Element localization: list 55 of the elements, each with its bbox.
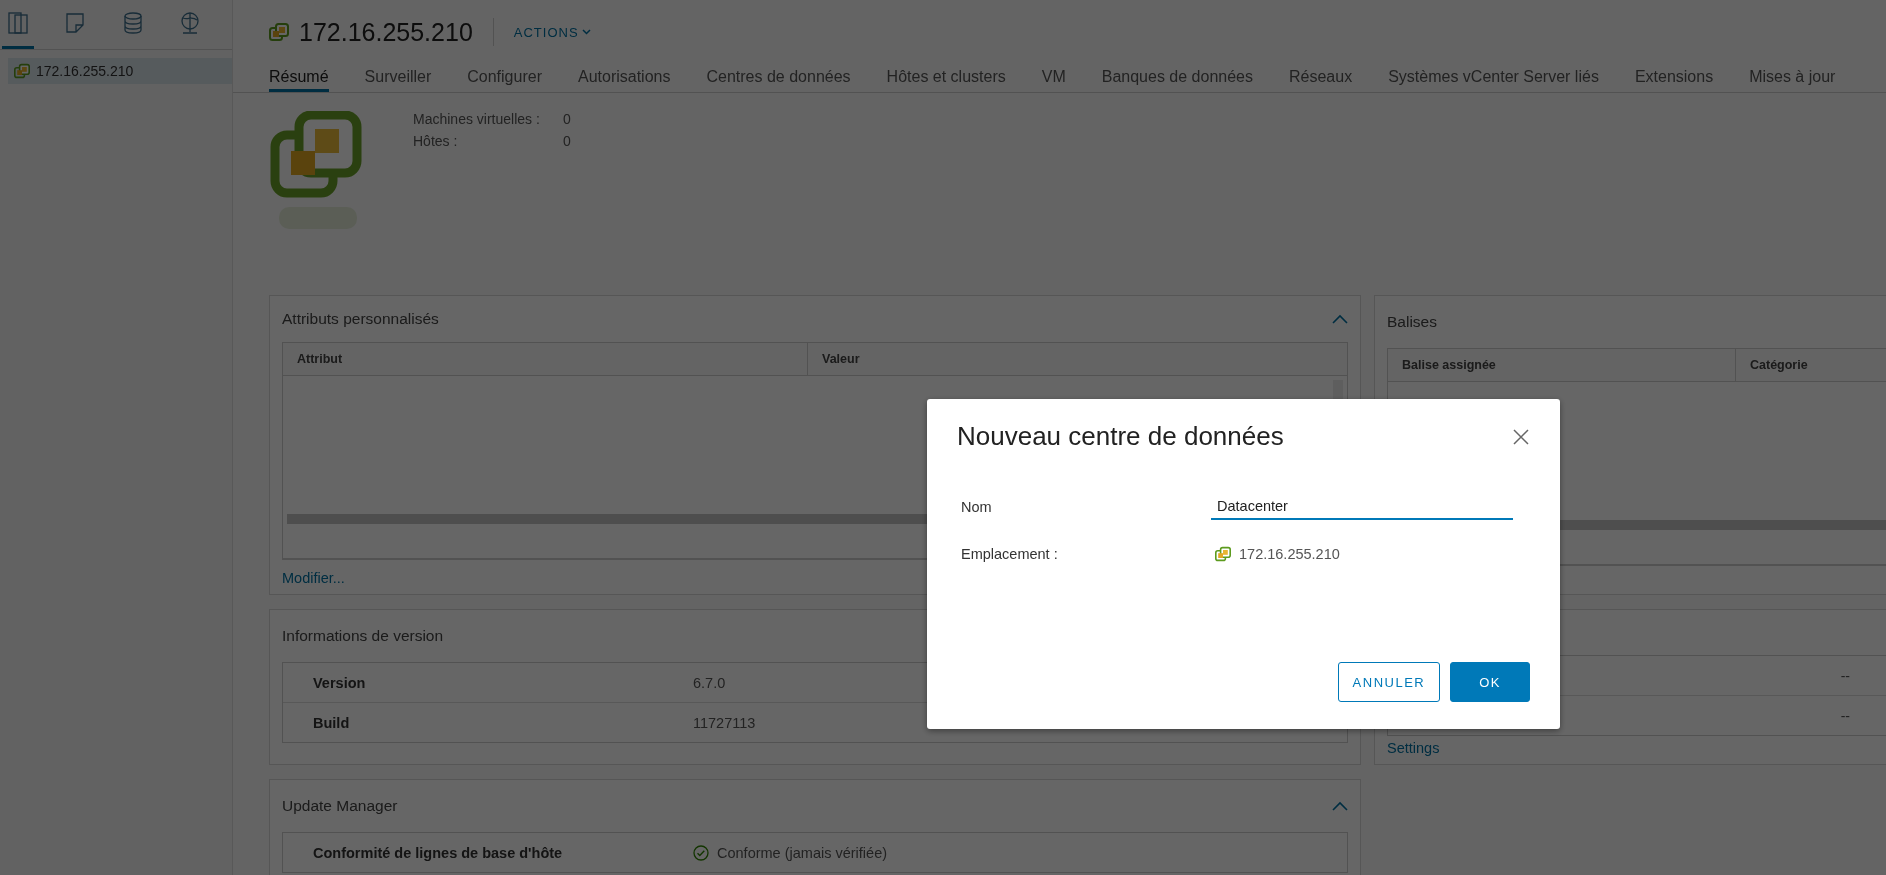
stat-label: Hôtes : [413,133,459,149]
ok-button[interactable]: OK [1450,662,1530,702]
column-header: Valeur [821,351,861,368]
tab[interactable]: Systèmes vCenter Server liés [1388,64,1599,92]
row-label: Conformité de lignes de base d'hôte [312,844,564,861]
row-value: -- [1840,707,1850,724]
hosts-icon [6,11,29,35]
tab[interactable]: Centres de données [706,64,851,92]
field-label: Nom [961,499,993,515]
globe-icon [179,11,202,35]
close-button[interactable] [1512,427,1530,446]
tab[interactable]: Surveiller [364,64,432,92]
tab[interactable]: Mises à jour [1749,64,1836,92]
tab[interactable]: Hôtes et clusters [886,64,1006,92]
tree-item-label: 172.16.255.210 [36,63,134,79]
field-label: Emplacement : [961,546,1059,562]
row-value: -- [1840,667,1850,684]
tab[interactable]: Réseaux [1289,64,1353,92]
vcenter-icon [14,63,30,79]
row-label: Build [312,714,351,731]
tree-item[interactable]: 172.16.255.210 [8,58,232,84]
stat-label: Machines virtuelles : [413,111,541,127]
page-title: 172.16.255.210 [299,17,473,47]
vcenter-icon [1215,546,1231,562]
database-icon [121,11,144,35]
column-header: Catégorie [1749,357,1809,374]
row-label: Version [312,674,367,691]
stat-value: 0 [563,111,571,127]
row-value: 6.7.0 [693,674,726,691]
tab[interactable]: Extensions [1634,64,1714,92]
panel-title: Balises [1387,313,1437,331]
stat-value: 0 [563,133,571,149]
tab[interactable]: Banques de données [1101,64,1253,92]
panel-title: Informations de version [282,627,444,645]
dialog-title: Nouveau centre de données [957,421,1284,452]
tab[interactable]: Autorisations [577,64,671,92]
document-icon [64,11,87,35]
tab[interactable]: VM [1041,64,1066,92]
chevron-down-icon [581,29,591,35]
location-value: 172.16.255.210 [1239,546,1340,562]
row-value: 11727113 [693,714,756,731]
panel-title: Update Manager [282,797,398,815]
vcenter-icon [269,22,289,42]
tab[interactable]: Résumé [269,64,329,92]
check-circle-icon [693,844,709,861]
panel-title: Attributs personnalisés [282,310,439,328]
column-header: Balise assignée [1388,349,1736,381]
chevron-up-icon[interactable] [1332,314,1348,324]
settings-link[interactable]: Settings [1387,740,1886,756]
tab[interactable]: Configurer [467,64,542,92]
chevron-up-icon[interactable] [1332,801,1348,811]
column-header: Attribut [283,343,808,375]
status-text: Conforme (jamais vérifiée) [717,844,888,861]
actions-menu[interactable]: ACTIONS [513,24,591,40]
cancel-button[interactable]: ANNULER [1337,662,1441,702]
